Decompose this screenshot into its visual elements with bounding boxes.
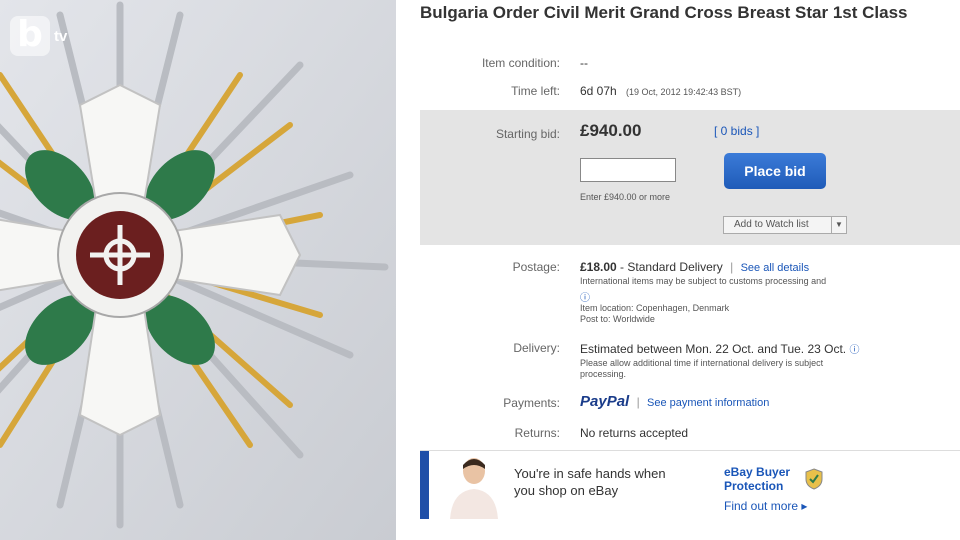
buyer-protection-banner: You're in safe hands when you shop on eB… bbox=[420, 450, 960, 519]
postage-label: Postage: bbox=[512, 260, 560, 274]
person-illustration bbox=[450, 458, 498, 519]
ebay-listing: Bulgaria Order Civil Merit Grand Cross B… bbox=[410, 0, 960, 540]
postage-note: International items may be subject to cu… bbox=[580, 276, 827, 286]
safe-line-2: you shop on eBay bbox=[514, 483, 619, 498]
starting-bid-label: Starting bid: bbox=[495, 127, 560, 141]
item-photo: b tv bbox=[0, 0, 396, 540]
postage-value: £18.00 - Standard Delivery | See all det… bbox=[580, 260, 810, 274]
info-icon[interactable]: ⓘ bbox=[580, 289, 590, 304]
condition-label: Item condition: bbox=[481, 56, 560, 70]
delivery-label: Delivery: bbox=[513, 341, 560, 355]
item-location: Item location: Copenhagen, Denmark bbox=[580, 303, 730, 313]
condition-value: -- bbox=[580, 56, 588, 70]
bid-amount-input[interactable] bbox=[580, 158, 676, 182]
buyer-protection-line-1: eBay Buyer bbox=[724, 465, 791, 479]
btv-logo-letter: b bbox=[10, 16, 50, 56]
buyer-protection-line-2: Protection bbox=[724, 479, 784, 493]
item-title: Bulgaria Order Civil Merit Grand Cross B… bbox=[420, 3, 908, 22]
bid-hint: Enter £940.00 or more bbox=[580, 192, 671, 202]
time-left-duration: 6d 07h bbox=[580, 84, 617, 98]
order-star-image bbox=[0, 0, 396, 540]
paypal-logo: PayPal bbox=[580, 393, 630, 410]
banner-accent-bar bbox=[420, 451, 429, 519]
delivery-info-icon[interactable]: ⓘ bbox=[850, 345, 860, 356]
btv-logo-suffix: tv bbox=[54, 28, 68, 45]
shield-icon bbox=[805, 468, 823, 490]
safe-line-1: You're in safe hands when bbox=[514, 466, 666, 481]
post-to: Post to: Worldwide bbox=[580, 314, 655, 324]
payments-value: PayPal | See payment information bbox=[580, 393, 770, 410]
watch-list-label: Add to Watch list bbox=[734, 219, 809, 230]
delivery-estimate: Estimated between Mon. 22 Oct. and Tue. … bbox=[580, 341, 860, 356]
starting-bid-price: £940.00 bbox=[580, 121, 642, 140]
returns-label: Returns: bbox=[514, 426, 560, 440]
buyer-protection-title: eBay Buyer Protection bbox=[724, 465, 790, 493]
time-left-label: Time left: bbox=[511, 84, 560, 98]
safe-hands-text: You're in safe hands when you shop on eB… bbox=[514, 465, 714, 499]
add-to-watch-list-button[interactable]: Add to Watch list ▼ bbox=[723, 216, 847, 234]
delivery-note-1: Please allow additional time if internat… bbox=[580, 358, 824, 368]
see-payment-information-link[interactable]: See payment information bbox=[647, 397, 769, 409]
payments-label: Payments: bbox=[503, 396, 560, 410]
returns-value: No returns accepted bbox=[580, 426, 689, 440]
chevron-down-icon[interactable]: ▼ bbox=[831, 217, 846, 233]
place-bid-button[interactable]: Place bid bbox=[724, 153, 826, 189]
find-out-more-link[interactable]: Find out more ▸ bbox=[724, 499, 807, 513]
delivery-estimate-text: Estimated between Mon. 22 Oct. and Tue. … bbox=[580, 342, 847, 356]
time-left-date: (19 Oct, 2012 19:42:43 BST) bbox=[626, 87, 742, 97]
see-all-details-link[interactable]: See all details bbox=[741, 262, 810, 274]
divider bbox=[396, 0, 410, 540]
delivery-note-2: processing. bbox=[580, 369, 627, 379]
bid-count-link[interactable]: [ 0 bids ] bbox=[714, 124, 759, 138]
time-left-value: 6d 07h (19 Oct, 2012 19:42:43 BST) bbox=[580, 84, 741, 98]
postage-price: £18.00 bbox=[580, 260, 617, 274]
postage-method: - Standard Delivery bbox=[620, 260, 723, 274]
btv-logo: b tv bbox=[4, 14, 84, 58]
